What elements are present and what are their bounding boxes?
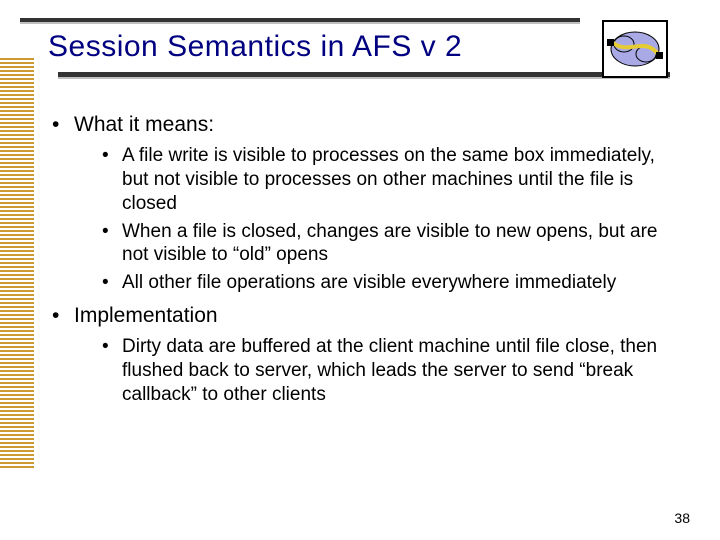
list-item: When a file is closed, changes are visib… — [74, 220, 680, 268]
section-label: What it means: — [74, 113, 214, 136]
side-stripe-decoration — [0, 58, 34, 470]
section-item: Implementation Dirty data are buffered a… — [48, 303, 680, 407]
title-area: Session Semantics in AFS v 2 — [0, 18, 720, 96]
title-underline — [58, 72, 670, 77]
sub-bullet-list: A file write is visible to processes on … — [74, 144, 680, 295]
bullet-list: What it means: A file write is visible t… — [48, 112, 680, 406]
slide-title: Session Semantics in AFS v 2 — [48, 30, 462, 64]
list-item: All other file operations are visible ev… — [74, 271, 680, 295]
list-item: A file write is visible to processes on … — [74, 144, 680, 215]
section-item: What it means: A file write is visible t… — [48, 112, 680, 295]
list-item: Dirty data are buffered at the client ma… — [74, 335, 680, 406]
section-label: Implementation — [74, 304, 218, 327]
sub-bullet-list: Dirty data are buffered at the client ma… — [74, 335, 680, 406]
title-top-rule — [20, 18, 580, 22]
page-number: 38 — [674, 510, 690, 526]
logo-icon — [602, 20, 668, 78]
slide-body: What it means: A file write is visible t… — [48, 112, 680, 414]
slide: Session Semantics in AFS v 2 What it mea… — [0, 0, 720, 540]
